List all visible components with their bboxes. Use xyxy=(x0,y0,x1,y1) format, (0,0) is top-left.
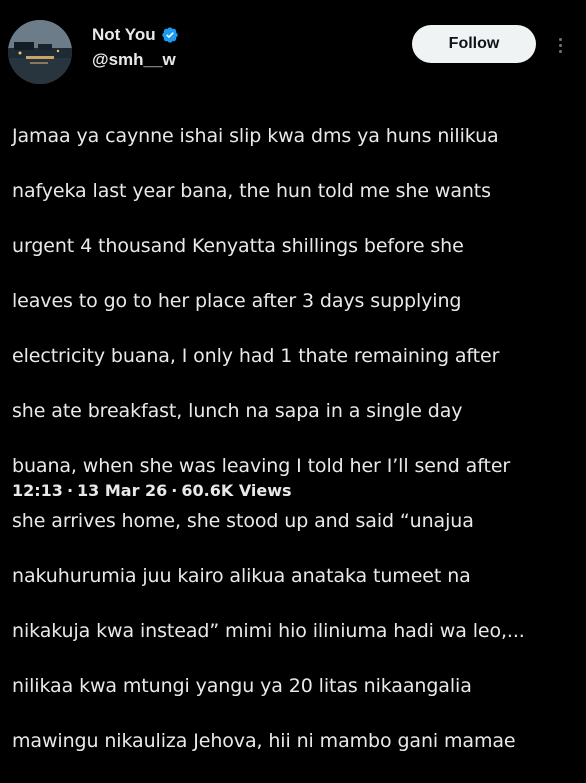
post-time[interactable]: 12:13 xyxy=(12,481,63,500)
post-meta: 12:13 · 13 Mar 26 · 60.6K Views xyxy=(12,481,292,500)
post-text-line: mawingu nikauliza Jehova, hii ni mambo g… xyxy=(12,729,516,752)
post-text-line: Jamaa ya caynne ishai slip kwa dms ya hu… xyxy=(12,124,499,147)
post-text: Jamaa ya caynne ishai slip kwa dms ya hu… xyxy=(12,95,578,783)
verified-badge-icon xyxy=(161,26,179,44)
post-text-line: nikakuja kwa instead” mimi hio iliniuma … xyxy=(12,619,525,642)
post-text-line: urgent 4 thousand Kenyatta shillings bef… xyxy=(12,234,464,257)
avatar-image xyxy=(8,20,72,84)
more-dot xyxy=(558,49,562,53)
meta-separator: · xyxy=(66,481,74,500)
post-text-line: she ate breakfast, lunch na sapa in a si… xyxy=(12,399,463,422)
view-count[interactable]: 60.6K Views xyxy=(181,481,291,500)
avatar[interactable] xyxy=(8,20,72,84)
author-name-row[interactable]: Not You xyxy=(92,25,179,45)
more-dot xyxy=(558,43,562,47)
post-text-line: leaves to go to her place after 3 days s… xyxy=(12,289,462,312)
more-dot xyxy=(558,37,562,41)
post-text-line: nilikaa kwa mtungi yangu ya 20 litas nik… xyxy=(12,674,472,697)
post-text-line: she arrives home, she stood up and said … xyxy=(12,509,474,532)
author-display-name[interactable]: Not You xyxy=(92,25,156,45)
post-date[interactable]: 13 Mar 26 xyxy=(77,481,167,500)
post-text-line: nafyeka last year bana, the hun told me … xyxy=(12,179,491,202)
author-handle[interactable]: @smh__w xyxy=(92,50,176,70)
post-text-line: electricity buana, I only had 1 thate re… xyxy=(12,344,500,367)
post-text-line: buana, when she was leaving I told her I… xyxy=(12,454,511,477)
post-card: Not You @smh__w Follow Jamaa ya caynne i… xyxy=(0,0,586,752)
follow-button[interactable]: Follow xyxy=(412,25,536,63)
meta-separator: · xyxy=(171,481,178,500)
more-vertical-icon[interactable] xyxy=(550,30,570,60)
post-text-line: nakuhurumia juu kairo alikua anataka tum… xyxy=(12,564,471,587)
